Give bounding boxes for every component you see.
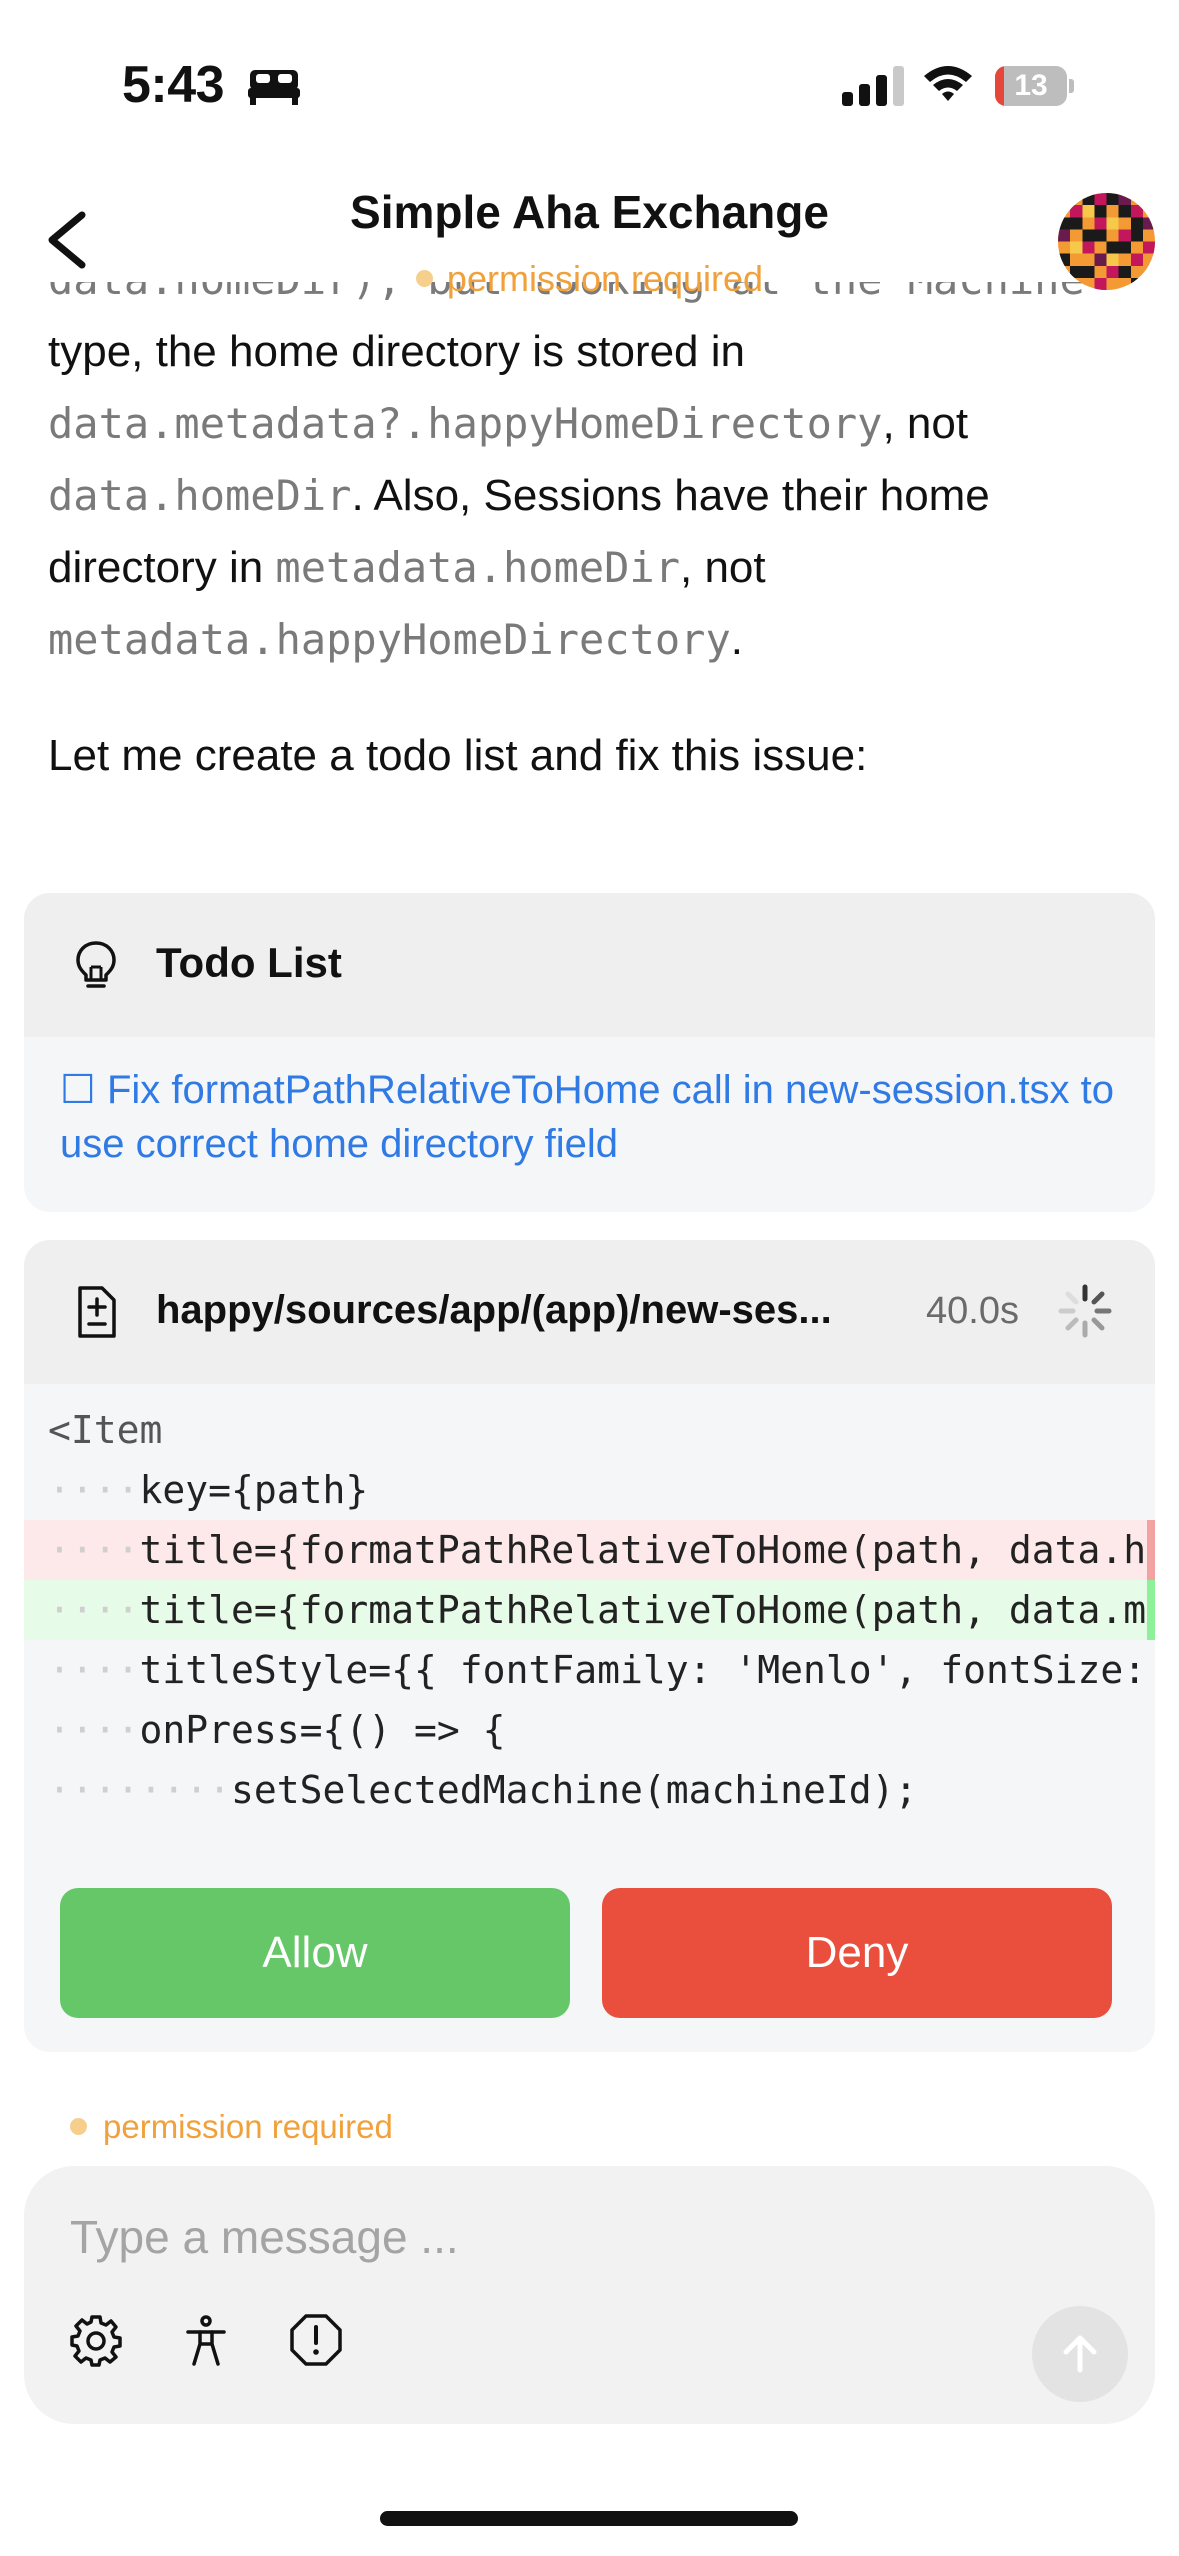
message-text: type, the home directory is stored in <box>48 327 745 376</box>
status-time: 5:43 <box>122 56 225 114</box>
elapsed-time: 40.0s <box>926 1290 1019 1332</box>
permission-status-text: permission required <box>446 258 764 299</box>
todo-item[interactable]: ☐ Fix formatPathRelativeToHome call in n… <box>60 1063 1120 1171</box>
session-status: permission required <box>70 2108 393 2146</box>
cellular-signal-icon <box>842 66 904 106</box>
code-line: <Item <box>48 1408 163 1452</box>
message-text: . <box>730 615 743 664</box>
code-diff: <Item ····key={path} ····title={formatPa… <box>24 1400 1155 1820</box>
allow-button[interactable]: Allow <box>60 1888 570 2018</box>
code-line-added: ····title={formatPathRelativeToHome(path… <box>24 1580 1155 1640</box>
code-line: ····key={path} <box>48 1468 369 1512</box>
file-edit-header[interactable]: happy/sources/app/(app)/new-ses... 40.0s <box>24 1240 1155 1384</box>
todo-list-title: Todo List <box>156 939 342 986</box>
inline-code: metadata.happyHomeDirectory <box>48 615 731 664</box>
status-bar: 5:43 13 <box>0 0 1179 170</box>
lightbulb-icon <box>76 941 116 988</box>
send-button[interactable] <box>1032 2306 1128 2402</box>
arrow-up-icon <box>1063 2335 1097 2373</box>
wifi-icon <box>924 66 972 101</box>
file-path: happy/sources/app/(app)/new-ses... <box>156 1288 832 1332</box>
message-text: , not <box>882 399 969 448</box>
loading-spinner-icon <box>1058 1284 1112 1338</box>
code-line: ····onPress={() => { <box>48 1708 506 1752</box>
file-diff-icon <box>78 1286 116 1338</box>
assistant-message: data.homeDir), but looking at the Machin… <box>48 282 1148 792</box>
todo-list-header[interactable]: Todo List <box>24 893 1155 1037</box>
message-paragraph: Let me create a todo list and fix this i… <box>48 731 868 780</box>
avatar[interactable] <box>1058 193 1155 290</box>
inline-code: metadata.homeDir <box>275 543 680 592</box>
message-text: , not <box>680 543 766 592</box>
todo-list-card: Todo List ☐ Fix formatPathRelativeToHome… <box>24 893 1155 1212</box>
message-input[interactable] <box>70 2202 970 2272</box>
file-edit-card: happy/sources/app/(app)/new-ses... 40.0s… <box>24 1240 1155 2052</box>
home-indicator <box>380 2511 798 2526</box>
deny-button[interactable]: Deny <box>602 1888 1112 2018</box>
code-line: ····titleStyle={{ fontFamily: 'Menlo', f… <box>48 1648 1147 1692</box>
message-composer <box>24 2166 1155 2424</box>
inline-code: data.metadata?.happyHomeDirectory <box>48 399 883 448</box>
settings-gear-icon[interactable] <box>68 2312 124 2368</box>
page-title: Simple Aha Exchange <box>350 186 829 238</box>
inline-code: data.homeDir <box>48 471 352 520</box>
battery-indicator: 13 <box>995 66 1074 106</box>
battery-percent: 13 <box>1014 69 1048 102</box>
bed-icon <box>248 70 300 105</box>
status-dot <box>70 2117 87 2135</box>
accessibility-icon[interactable] <box>178 2312 234 2368</box>
code-line: ········setSelectedMachine(machineId); <box>48 1768 918 1812</box>
status-dot <box>415 269 433 287</box>
alert-octagon-icon[interactable] <box>288 2312 344 2368</box>
code-line-removed: ····title={formatPathRelativeToHome(path… <box>24 1520 1155 1580</box>
session-status-text: permission required <box>103 2108 393 2145</box>
permission-status: permission required <box>0 258 1179 300</box>
